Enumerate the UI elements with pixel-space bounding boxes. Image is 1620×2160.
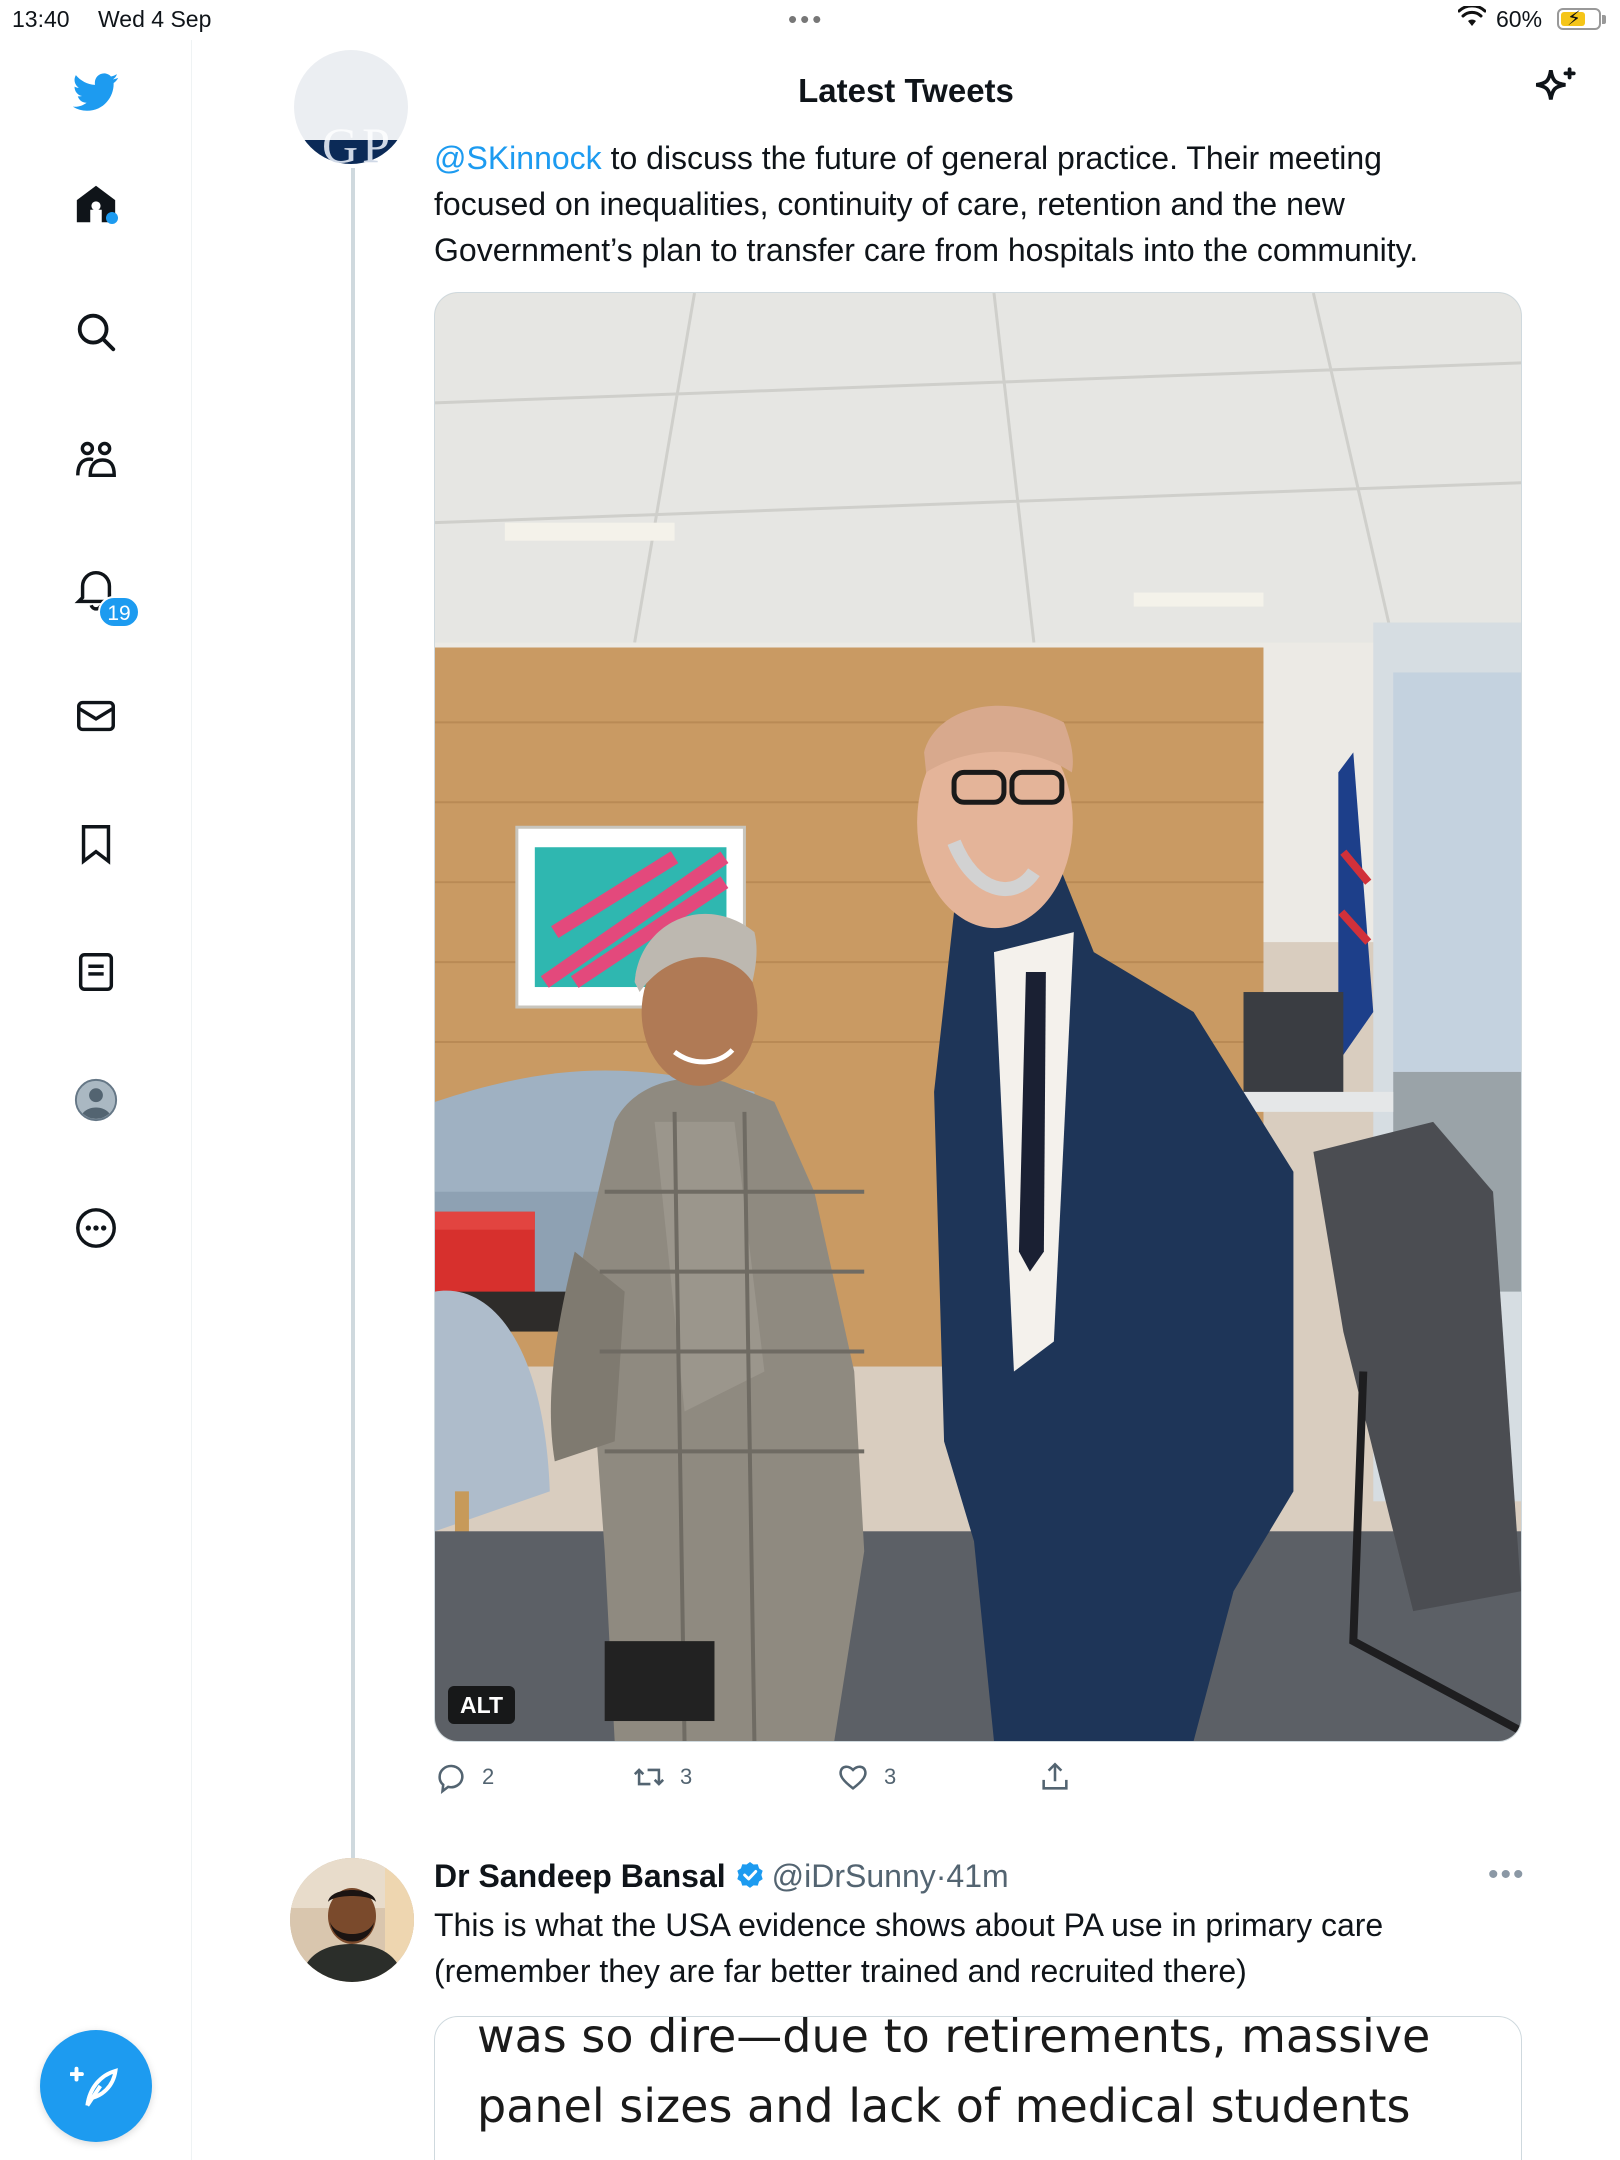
profile-avatar[interactable] bbox=[64, 1068, 128, 1132]
heart-icon bbox=[839, 1765, 867, 1790]
multitasking-dots-icon[interactable]: ••• bbox=[788, 4, 824, 35]
timeline-sparkle-icon[interactable] bbox=[1530, 64, 1580, 114]
search-icon[interactable] bbox=[64, 300, 128, 364]
mention-link[interactable]: @SKinnock bbox=[434, 140, 602, 176]
wifi-icon bbox=[1458, 6, 1486, 26]
author-name[interactable]: Dr Sandeep Bansal bbox=[434, 1858, 726, 1895]
status-time: 13:40 bbox=[12, 6, 70, 32]
share-button[interactable] bbox=[1038, 1760, 1086, 1794]
like-button[interactable]: 3 bbox=[836, 1760, 896, 1794]
retweet-icon bbox=[633, 1768, 665, 1786]
tweet-text-line: focused on inequalities, continuity of c… bbox=[434, 186, 1345, 222]
reply-count: 2 bbox=[482, 1764, 495, 1789]
tweet-image-card[interactable]: was so dire—due to retirements, massive … bbox=[434, 2016, 1522, 2160]
tweet-timestamp[interactable]: 41m bbox=[946, 1858, 1008, 1895]
home-icon[interactable] bbox=[64, 172, 128, 236]
tweet-text-line: (remember they are far better trained an… bbox=[434, 1953, 1247, 1989]
reply-icon bbox=[438, 1764, 464, 1794]
image-text-line: was so dire—due to retirements, massive bbox=[477, 2016, 1431, 2063]
reply-button[interactable]: 2 bbox=[434, 1760, 494, 1794]
verified-badge-icon bbox=[736, 1862, 763, 1888]
retweet-count: 3 bbox=[680, 1764, 693, 1789]
top-header: Latest Tweets bbox=[192, 40, 1620, 140]
tweet-more-options-icon[interactable]: ••• bbox=[1488, 1858, 1526, 1892]
messages-icon[interactable] bbox=[64, 684, 128, 748]
alt-text-badge[interactable]: ALT bbox=[448, 1686, 516, 1724]
notifications-badge: 19 bbox=[98, 596, 140, 628]
tweet-header: Dr Sandeep Bansal @iDrSunny · 41m bbox=[434, 1856, 1009, 1896]
tweet-photo[interactable] bbox=[434, 292, 1522, 1742]
author-avatar[interactable] bbox=[290, 1858, 414, 1982]
like-count: 3 bbox=[884, 1764, 897, 1789]
more-icon[interactable] bbox=[64, 1196, 128, 1260]
tweet-text-line: @SKinnock to discuss the future of gener… bbox=[434, 135, 1524, 181]
tweet-actions: 2 3 3 bbox=[434, 1760, 1524, 1800]
meta-separator: · bbox=[935, 1857, 947, 1894]
thread-connector-line bbox=[351, 168, 355, 1858]
battery-icon: ⚡ bbox=[1557, 8, 1606, 30]
tweet-text-line: Government’s plan to transfer care from … bbox=[434, 232, 1419, 268]
bookmarks-icon[interactable] bbox=[64, 812, 128, 876]
twitter-logo-icon[interactable] bbox=[64, 60, 128, 124]
page-title: Latest Tweets bbox=[798, 72, 1014, 109]
image-text-line: panel sizes and lack of medical students bbox=[477, 2079, 1411, 2133]
retweet-button[interactable]: 3 bbox=[632, 1760, 692, 1794]
author-handle[interactable]: @iDrSunny bbox=[772, 1858, 936, 1895]
status-bar: 13:40 Wed 4 Sep ••• 60% ⚡ bbox=[0, 0, 1620, 40]
share-icon bbox=[1042, 1762, 1068, 1790]
home-unread-dot bbox=[106, 212, 118, 224]
communities-icon[interactable] bbox=[64, 428, 128, 492]
lists-icon[interactable] bbox=[64, 940, 128, 1004]
battery-percent: 60% bbox=[1496, 6, 1543, 32]
tweet-text-line: This is what the USA evidence shows abou… bbox=[434, 1907, 1384, 1943]
sidebar: 19 bbox=[0, 40, 192, 2160]
compose-tweet-button[interactable] bbox=[40, 2030, 152, 2142]
compose-feather-icon bbox=[70, 2066, 118, 2107]
tweet-text-fragment: to discuss the future of general practic… bbox=[601, 140, 1382, 176]
status-date: Wed 4 Sep bbox=[98, 6, 212, 32]
